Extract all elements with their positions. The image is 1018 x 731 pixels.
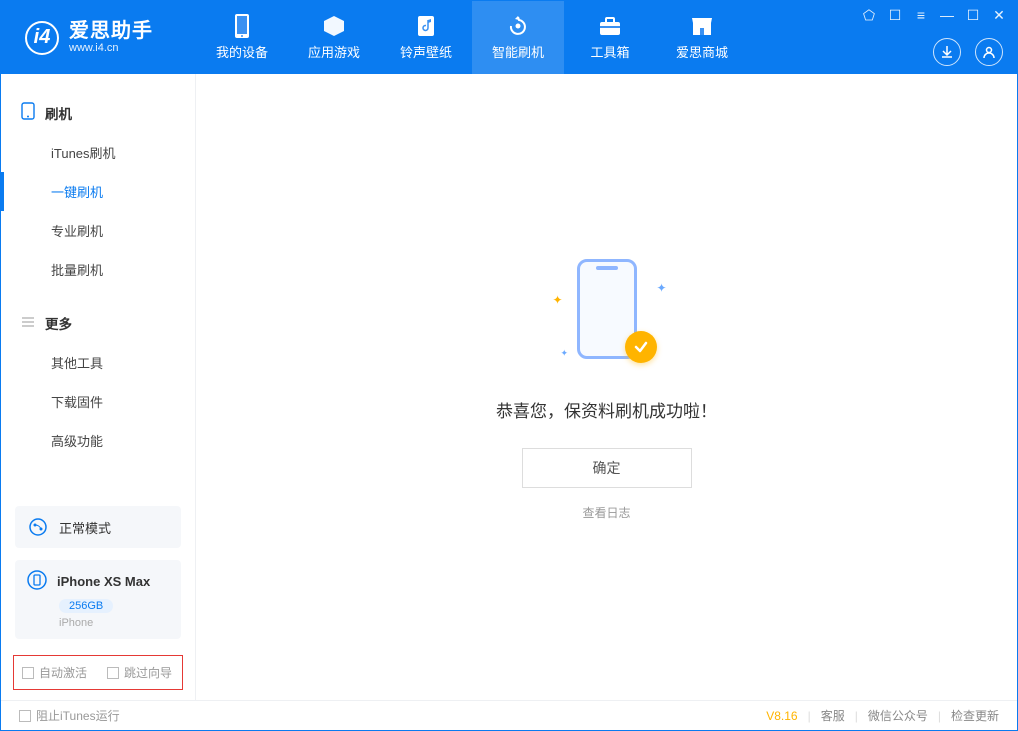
brand-text: 爱思助手 www.i4.cn — [69, 20, 153, 54]
toolbox-icon — [598, 14, 622, 38]
device-name: iPhone XS Max — [57, 574, 150, 589]
statusbar: 阻止iTunes运行 V8.16 | 客服 | 微信公众号 | 检查更新 — [1, 700, 1017, 730]
sparkle-icon: ✦ — [561, 348, 569, 359]
phone-outline-icon — [21, 102, 35, 123]
ok-button[interactable]: 确定 — [522, 448, 692, 488]
body: 刷机 iTunes刷机 一键刷机 专业刷机 批量刷机 更多 其他工具 下载固件 … — [1, 74, 1017, 700]
tab-label: 应用游戏 — [308, 42, 360, 61]
tab-my-device[interactable]: 我的设备 — [196, 1, 288, 74]
sidebar-group-more: 更多 — [1, 303, 195, 343]
check-badge-icon — [625, 331, 657, 363]
sparkle-icon: ✦ — [553, 293, 563, 307]
sidebar-item-download-firmware[interactable]: 下载固件 — [1, 382, 195, 421]
checkbox-auto-activate[interactable]: 自动激活 — [22, 664, 87, 681]
view-log-link[interactable]: 查看日志 — [582, 504, 630, 521]
checkbox-block-itunes[interactable]: 阻止iTunes运行 — [19, 707, 120, 724]
sparkle-icon: ✦ — [656, 281, 666, 295]
app-header: i4 爱思助手 www.i4.cn 我的设备 应用游戏 铃声壁纸 — [1, 1, 1017, 74]
mode-label: 正常模式 — [59, 518, 111, 537]
maximize-button[interactable]: ☐ — [965, 7, 981, 24]
statusbar-link-support[interactable]: 客服 — [821, 707, 845, 724]
checkbox-row-highlighted: 自动激活 跳过向导 — [13, 655, 183, 690]
success-message: 恭喜您，保资料刷机成功啦！ — [496, 397, 717, 422]
close-button[interactable]: ✕ — [991, 7, 1007, 24]
sidebar-item-onekey-flash[interactable]: 一键刷机 — [1, 172, 195, 211]
tab-ringtones-wallpapers[interactable]: 铃声壁纸 — [380, 1, 472, 74]
statusbar-link-update[interactable]: 检查更新 — [951, 707, 999, 724]
download-circle-icon[interactable] — [933, 38, 961, 66]
statusbar-link-wechat[interactable]: 微信公众号 — [868, 707, 928, 724]
tab-apps-games[interactable]: 应用游戏 — [288, 1, 380, 74]
sidebar-group-flash: 刷机 — [1, 92, 195, 133]
sidebar-group-title: 更多 — [45, 313, 72, 333]
window-controls: ⬠ ☐ ≡ — ☐ ✕ — [861, 7, 1007, 24]
tab-label: 工具箱 — [590, 42, 629, 61]
music-icon — [414, 14, 438, 38]
sidebar-group-title: 刷机 — [45, 103, 72, 123]
store-icon — [690, 14, 714, 38]
more-icon — [21, 316, 35, 331]
device-icon — [27, 570, 47, 593]
checkbox-skip-guide[interactable]: 跳过向导 — [107, 664, 172, 681]
tab-toolbox[interactable]: 工具箱 — [564, 1, 656, 74]
menu-button[interactable]: ≡ — [913, 7, 929, 24]
sidebar-item-pro-flash[interactable]: 专业刷机 — [1, 211, 195, 250]
tab-label: 智能刷机 — [492, 42, 544, 61]
cube-icon — [322, 14, 346, 38]
version-label: V8.16 — [766, 709, 797, 723]
header-tabs: 我的设备 应用游戏 铃声壁纸 智能刷机 工具箱 — [196, 1, 748, 74]
logo-icon: i4 — [25, 21, 59, 55]
sidebar-item-itunes-flash[interactable]: iTunes刷机 — [1, 133, 195, 172]
device-type: iPhone — [59, 617, 169, 629]
brand-title: 爱思助手 — [69, 20, 153, 42]
tab-smart-flash[interactable]: 智能刷机 — [472, 1, 564, 74]
minimize-button[interactable]: — — [939, 7, 955, 24]
brand: i4 爱思助手 www.i4.cn — [1, 1, 196, 74]
sidebar-item-other-tools[interactable]: 其他工具 — [1, 343, 195, 382]
sidebar: 刷机 iTunes刷机 一键刷机 专业刷机 批量刷机 更多 其他工具 下载固件 … — [1, 74, 196, 700]
success-illustration: ✦ ✦ ✦ — [547, 253, 667, 373]
tab-label: 爱思商城 — [676, 42, 728, 61]
main-content: ✦ ✦ ✦ 恭喜您，保资料刷机成功啦！ 确定 查看日志 — [196, 74, 1017, 700]
brand-subtitle: www.i4.cn — [69, 42, 153, 54]
device-card[interactable]: iPhone XS Max 256GB iPhone — [15, 560, 181, 639]
sidebar-item-batch-flash[interactable]: 批量刷机 — [1, 250, 195, 289]
refresh-icon — [506, 14, 530, 38]
mode-icon — [27, 516, 49, 538]
tab-label: 我的设备 — [216, 42, 268, 61]
tab-store[interactable]: 爱思商城 — [656, 1, 748, 74]
device-storage: 256GB — [59, 599, 113, 613]
skin-button[interactable]: ⬠ — [861, 7, 877, 24]
phone-icon — [230, 14, 254, 38]
tab-label: 铃声壁纸 — [400, 42, 452, 61]
mode-box[interactable]: 正常模式 — [15, 506, 181, 548]
header-right-actions — [933, 38, 1003, 66]
theme-button[interactable]: ☐ — [887, 7, 903, 24]
sidebar-item-advanced[interactable]: 高级功能 — [1, 421, 195, 460]
user-circle-icon[interactable] — [975, 38, 1003, 66]
